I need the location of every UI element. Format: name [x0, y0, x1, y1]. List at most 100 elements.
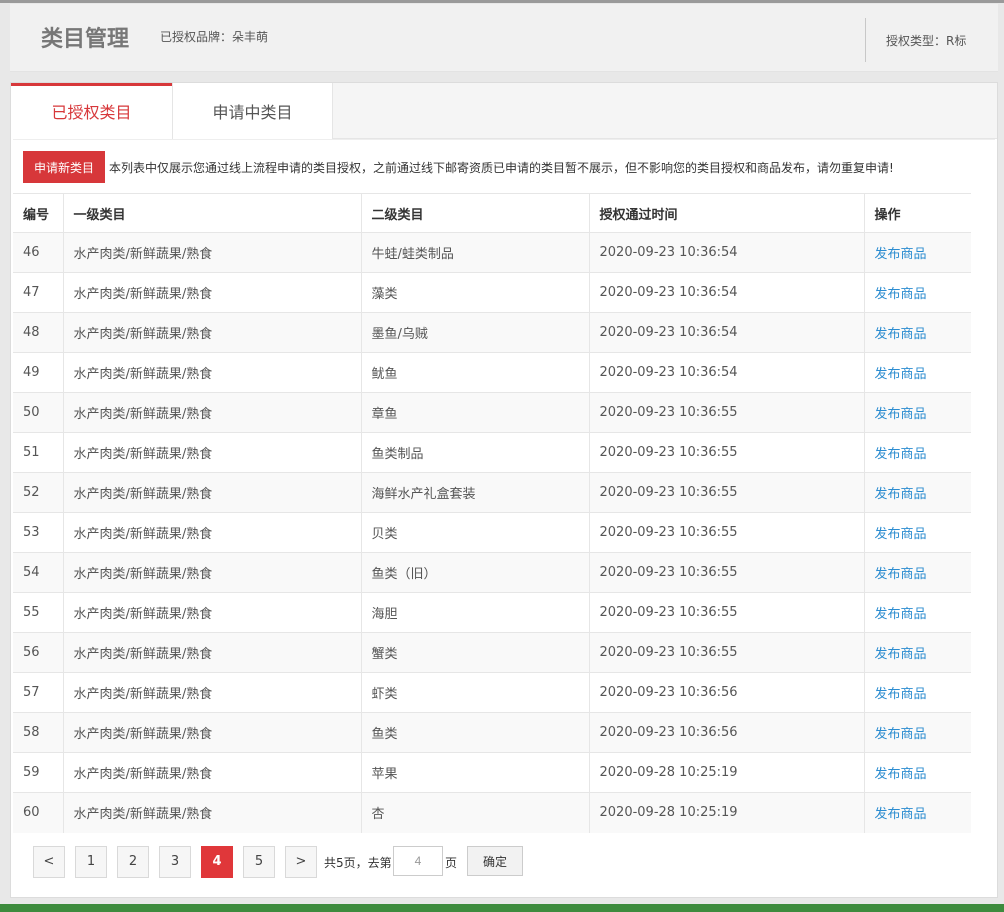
goto-page-input[interactable] [393, 846, 443, 876]
cell-id: 59 [13, 752, 64, 793]
cell-id: 48 [13, 312, 64, 353]
notice-text: 本列表中仅展示您通过线上流程申请的类目授权，之前通过线下邮寄资质已申请的类目暂不… [109, 161, 894, 175]
cell-time: 2020-09-23 10:36:55 [589, 472, 865, 513]
table-row: 60 水产肉类/新鲜蔬果/熟食 杏 2020-09-28 10:25:19 发布… [13, 792, 971, 833]
cell-action: 发布商品 [864, 632, 971, 673]
table-row: 48 水产肉类/新鲜蔬果/熟食 墨鱼/乌贼 2020-09-23 10:36:5… [13, 312, 971, 353]
table-row: 58 水产肉类/新鲜蔬果/熟食 鱼类 2020-09-23 10:36:56 发… [13, 712, 971, 753]
cell-cat2: 牛蛙/蛙类制品 [361, 232, 590, 273]
cell-cat2: 墨鱼/乌贼 [361, 312, 590, 353]
goto-confirm-button[interactable]: 确定 [467, 846, 523, 876]
header-divider [865, 18, 866, 62]
publish-product-link[interactable]: 发布商品 [875, 607, 927, 622]
cell-id: 60 [13, 792, 64, 833]
cell-cat2: 鱼类制品 [361, 432, 590, 473]
cell-time: 2020-09-23 10:36:55 [589, 552, 865, 593]
top-edge [0, 0, 1004, 3]
cell-cat1: 水产肉类/新鲜蔬果/熟食 [63, 232, 362, 273]
cell-action: 发布商品 [864, 312, 971, 353]
page-title: 类目管理 [41, 27, 130, 52]
cell-action: 发布商品 [864, 272, 971, 313]
cell-cat1: 水产肉类/新鲜蔬果/熟食 [63, 272, 362, 313]
cell-cat2: 苹果 [361, 752, 590, 793]
pagination: < 1 2 3 4 5 > 共5页，去第 页 确定 [33, 846, 993, 878]
table-row: 46 水产肉类/新鲜蔬果/熟食 牛蛙/蛙类制品 2020-09-23 10:36… [13, 232, 971, 273]
publish-product-link[interactable]: 发布商品 [875, 287, 927, 302]
cell-action: 发布商品 [864, 352, 971, 393]
cell-cat2: 杏 [361, 792, 590, 833]
publish-product-link[interactable]: 发布商品 [875, 367, 927, 382]
cell-action: 发布商品 [864, 512, 971, 553]
tab-applying[interactable]: 申请中类目 [172, 83, 333, 139]
publish-product-link[interactable]: 发布商品 [875, 447, 927, 462]
cell-cat1: 水产肉类/新鲜蔬果/熟食 [63, 632, 362, 673]
cell-action: 发布商品 [864, 592, 971, 633]
table-row: 54 水产肉类/新鲜蔬果/熟食 鱼类（旧） 2020-09-23 10:36:5… [13, 552, 971, 593]
cell-cat2: 章鱼 [361, 392, 590, 433]
page-2-button[interactable]: 2 [117, 846, 149, 878]
publish-product-link[interactable]: 发布商品 [875, 727, 927, 742]
chevron-left-icon[interactable]: < [33, 846, 65, 878]
tab-authorized[interactable]: 已授权类目 [11, 83, 172, 139]
cell-cat1: 水产肉类/新鲜蔬果/熟食 [63, 552, 362, 593]
page-header: 类目管理 已授权品牌：朵丰萌 授权类型：R标 [10, 4, 998, 72]
table-row: 57 水产肉类/新鲜蔬果/熟食 虾类 2020-09-23 10:36:56 发… [13, 672, 971, 713]
cell-cat2: 鱼类（旧） [361, 552, 590, 593]
authorized-brand: 已授权品牌：朵丰萌 [160, 30, 269, 44]
page-1-button[interactable]: 1 [75, 846, 107, 878]
publish-product-link[interactable]: 发布商品 [875, 247, 927, 262]
cell-cat1: 水产肉类/新鲜蔬果/熟食 [63, 312, 362, 353]
cell-id: 51 [13, 432, 64, 473]
cell-action: 发布商品 [864, 752, 971, 793]
table-row: 59 水产肉类/新鲜蔬果/熟食 苹果 2020-09-28 10:25:19 发… [13, 752, 971, 793]
publish-product-link[interactable]: 发布商品 [875, 767, 927, 782]
cell-id: 56 [13, 632, 64, 673]
cell-time: 2020-09-23 10:36:54 [589, 232, 865, 273]
tab-content: 申请新类目 本列表中仅展示您通过线上流程申请的类目授权，之前通过线下邮寄资质已申… [13, 139, 995, 897]
publish-product-link[interactable]: 发布商品 [875, 487, 927, 502]
cell-cat2: 鱼类 [361, 712, 590, 753]
category-panel: 已授权类目 申请中类目 申请新类目 本列表中仅展示您通过线上流程申请的类目授权，… [10, 82, 998, 898]
cell-id: 47 [13, 272, 64, 313]
cell-time: 2020-09-23 10:36:55 [589, 512, 865, 553]
cell-time: 2020-09-23 10:36:56 [589, 672, 865, 713]
notice-row: 申请新类目 本列表中仅展示您通过线上流程申请的类目授权，之前通过线下邮寄资质已申… [13, 150, 995, 184]
apply-category-button[interactable]: 申请新类目 [23, 151, 105, 183]
page-5-button[interactable]: 5 [243, 846, 275, 878]
publish-product-link[interactable]: 发布商品 [875, 327, 927, 342]
bottom-bar [0, 904, 1004, 912]
table-row: 49 水产肉类/新鲜蔬果/熟食 鱿鱼 2020-09-23 10:36:54 发… [13, 352, 971, 393]
table-row: 47 水产肉类/新鲜蔬果/熟食 藻类 2020-09-23 10:36:54 发… [13, 272, 971, 313]
publish-product-link[interactable]: 发布商品 [875, 527, 927, 542]
total-pages-text: 共5页，去第 [324, 856, 392, 870]
cell-cat2: 海鲜水产礼盒套装 [361, 472, 590, 513]
cell-time: 2020-09-23 10:36:55 [589, 432, 865, 473]
publish-product-link[interactable]: 发布商品 [875, 647, 927, 662]
cell-cat2: 蟹类 [361, 632, 590, 673]
chevron-right-icon[interactable]: > [285, 846, 317, 878]
cell-action: 发布商品 [864, 392, 971, 433]
publish-product-link[interactable]: 发布商品 [875, 407, 927, 422]
publish-product-link[interactable]: 发布商品 [875, 687, 927, 702]
cell-id: 50 [13, 392, 64, 433]
table-row: 50 水产肉类/新鲜蔬果/熟食 章鱼 2020-09-23 10:36:55 发… [13, 392, 971, 433]
cell-cat2: 海胆 [361, 592, 590, 633]
page-4-button[interactable]: 4 [201, 846, 233, 878]
cell-id: 52 [13, 472, 64, 513]
cell-action: 发布商品 [864, 432, 971, 473]
cell-time: 2020-09-23 10:36:54 [589, 312, 865, 353]
cell-action: 发布商品 [864, 672, 971, 713]
auth-type: 授权类型：R标 [886, 34, 967, 48]
publish-product-link[interactable]: 发布商品 [875, 807, 927, 822]
header-time: 授权通过时间 [589, 193, 865, 233]
tab-bar: 已授权类目 申请中类目 [11, 83, 997, 139]
header-id: 编号 [13, 193, 64, 233]
cell-id: 57 [13, 672, 64, 713]
cell-cat2: 鱿鱼 [361, 352, 590, 393]
table-header-row: 编号 一级类目 二级类目 授权通过时间 操作 [13, 193, 971, 233]
table-row: 53 水产肉类/新鲜蔬果/熟食 贝类 2020-09-23 10:36:55 发… [13, 512, 971, 553]
cell-action: 发布商品 [864, 792, 971, 833]
publish-product-link[interactable]: 发布商品 [875, 567, 927, 582]
cell-id: 54 [13, 552, 64, 593]
page-3-button[interactable]: 3 [159, 846, 191, 878]
